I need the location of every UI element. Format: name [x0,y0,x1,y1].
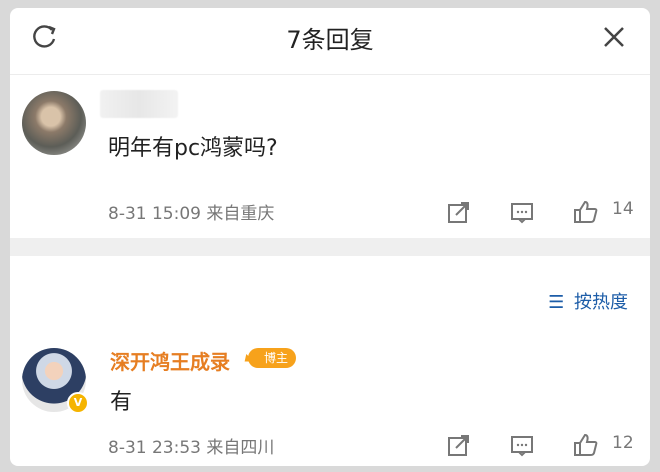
reply-text: 有 [110,390,133,415]
reply-header: 7条回复 [10,8,650,75]
comment-icon[interactable] [508,431,536,459]
comment-location: 来自重庆 [206,204,275,224]
like-count: 14 [612,199,634,219]
sort-icon: ☰ [548,292,565,313]
verified-icon: V [67,392,89,414]
like-icon[interactable] [571,431,599,459]
sort-label: 按热度 [574,292,628,313]
status-badge: 博主 [248,348,296,368]
like-icon[interactable] [571,198,599,226]
blurred-username [100,90,178,118]
reply-location: 来自四川 [206,438,275,458]
close-icon[interactable] [600,23,628,51]
comment-text: 明年有pc鸿蒙吗? [108,136,278,161]
divider [10,238,650,256]
reply-date: 8-31 23:53 [108,438,201,458]
comment-icon[interactable] [508,198,536,226]
comment-date: 8-31 15:09 [108,204,201,224]
reply-meta: 8-31 23:53 来自四川 [108,433,274,458]
sort-by-popularity-button[interactable]: ☰ 按热度 [548,288,628,314]
avatar[interactable] [22,91,86,155]
share-icon[interactable] [445,431,473,459]
share-icon[interactable] [445,198,473,226]
comment-meta: 8-31 15:09 来自重庆 [108,199,274,224]
like-count: 12 [612,433,634,453]
page-title: 7条回复 [286,26,374,54]
reply-panel: 7条回复 明年有pc鸿蒙吗? 8-31 15:09 来自重庆 14 ☰ 按热度 … [10,8,650,466]
reply-author-name[interactable]: 深开鸿王成录 [110,346,230,375]
